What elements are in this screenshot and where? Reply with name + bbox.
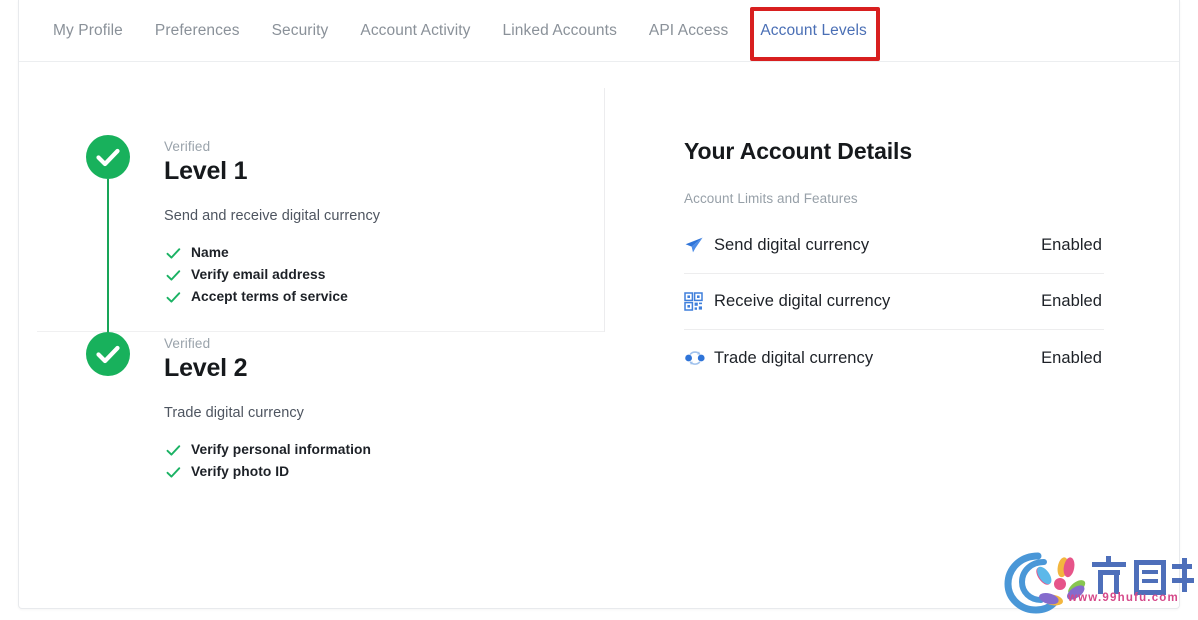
tab-security[interactable]: Security — [256, 0, 345, 61]
check-circle-icon — [86, 332, 130, 376]
trade-exchange-icon — [684, 349, 714, 367]
level-description-1: Send and receive digital currency — [164, 208, 381, 224]
level-status-2: Verified — [164, 336, 211, 351]
requirement-item: Name — [164, 242, 380, 264]
feature-row-receive: Receive digital currency Enabled — [684, 274, 1104, 330]
check-icon — [164, 444, 182, 457]
level-content-1: Verified Level 1 Send and receive digita… — [164, 135, 380, 308]
level-description-2: Trade digital currency — [164, 405, 304, 421]
tab-account-activity[interactable]: Account Activity — [344, 0, 486, 61]
check-icon — [164, 247, 182, 260]
level-requirements-1: Name Verify email address Accept terms o… — [164, 242, 380, 308]
requirement-label: Verify email address — [191, 267, 326, 282]
levels-timeline: Verified Level 1 Send and receive digita… — [19, 62, 604, 483]
account-details-panel: Your Account Details Account Limits and … — [684, 62, 1104, 386]
tab-linked-accounts[interactable]: Linked Accounts — [487, 0, 633, 61]
column-divider — [604, 88, 605, 332]
account-details-title: Your Account Details — [684, 138, 913, 164]
feature-status-value: Enabled — [1041, 292, 1102, 310]
tab-preferences[interactable]: Preferences — [139, 0, 256, 61]
account-levels-page: My Profile Preferences Security Account … — [0, 0, 1198, 620]
requirement-label: Accept terms of service — [191, 289, 348, 304]
level-content-2: Verified Level 2 Trade digital currency — [164, 332, 371, 483]
account-details-subtitle: Account Limits and Features — [684, 191, 858, 206]
check-icon — [164, 269, 182, 282]
requirement-item: Verify photo ID — [164, 461, 371, 483]
check-icon — [164, 291, 182, 304]
level-title-1: Level 1 — [164, 157, 248, 185]
feature-row-send: Send digital currency Enabled — [684, 218, 1104, 274]
requirement-label: Verify photo ID — [191, 464, 290, 479]
requirement-item: Accept terms of service — [164, 286, 380, 308]
requirement-label: Name — [191, 245, 229, 260]
feature-label: Send digital currency — [714, 236, 870, 254]
feature-label: Receive digital currency — [714, 292, 891, 310]
feature-row-trade: Trade digital currency Enabled — [684, 330, 1104, 386]
feature-label: Trade digital currency — [714, 348, 874, 367]
level-badge-column-2 — [86, 332, 164, 483]
requirement-item: Verify personal information — [164, 439, 371, 461]
check-circle-icon — [86, 135, 130, 179]
account-levels-body: Verified Level 1 Send and receive digita… — [19, 62, 1179, 608]
level-requirements-2: Verify personal information Verify photo… — [164, 439, 371, 483]
feature-status-value: Enabled — [1041, 348, 1102, 367]
level-item-1: Verified Level 1 Send and receive digita… — [19, 62, 604, 375]
send-paper-plane-icon — [684, 236, 714, 256]
level-status-1: Verified — [164, 139, 211, 154]
settings-card: My Profile Preferences Security Account … — [18, 0, 1180, 609]
level-badge-column-1 — [86, 135, 164, 375]
requirement-label: Verify personal information — [191, 442, 371, 457]
level-title-2: Level 2 — [164, 354, 248, 382]
requirement-item: Verify email address — [164, 264, 380, 286]
feature-status-value: Enabled — [1041, 236, 1102, 254]
tab-account-levels[interactable]: Account Levels — [744, 0, 883, 61]
tab-my-profile[interactable]: My Profile — [37, 0, 139, 61]
check-icon — [164, 466, 182, 479]
tab-api-access[interactable]: API Access — [633, 0, 744, 61]
settings-tabbar: My Profile Preferences Security Account … — [19, 0, 1179, 62]
qr-code-icon — [684, 292, 714, 311]
level-item-2: Verified Level 2 Trade digital currency — [19, 308, 604, 483]
